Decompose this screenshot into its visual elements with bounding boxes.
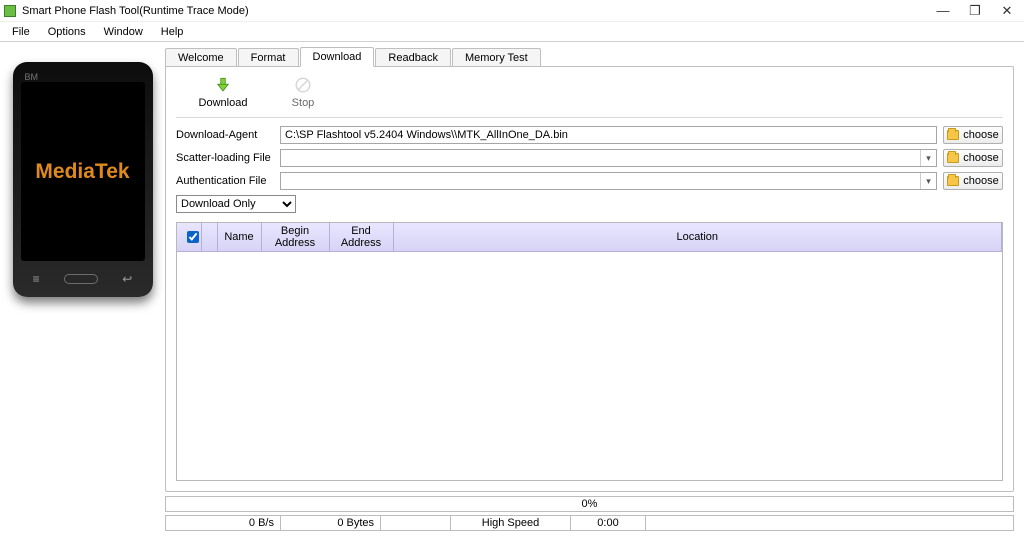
phone-back-icon: ↩ — [122, 272, 132, 286]
phone-screen: MediaTek — [21, 82, 145, 261]
maximize-button[interactable]: ❐ — [968, 4, 982, 18]
download-mode-select[interactable]: Download Only — [176, 195, 296, 213]
menu-help[interactable]: Help — [153, 24, 192, 40]
download-agent-input[interactable] — [280, 126, 937, 144]
menu-file[interactable]: File — [4, 24, 38, 40]
status-spacer1 — [381, 516, 451, 530]
table-header: Name Begin Address End Address Location — [177, 223, 1002, 252]
download-agent-label: Download-Agent — [176, 129, 274, 141]
close-button[interactable]: ✕ — [1000, 4, 1014, 18]
choose-scatter-label: choose — [963, 152, 998, 164]
right-pane: Welcome Format Download Readback Memory … — [165, 42, 1024, 492]
phone-menu-icon: ≡ — [33, 272, 40, 286]
stop-button-label: Stop — [292, 97, 315, 109]
folder-icon — [947, 153, 959, 163]
col-name[interactable]: Name — [217, 223, 261, 252]
tab-welcome[interactable]: Welcome — [165, 48, 237, 67]
tab-panel-download: Download Stop Download-Agent choose — [165, 66, 1014, 492]
tab-memory-test[interactable]: Memory Test — [452, 48, 541, 67]
action-row: Download Stop — [176, 73, 1003, 118]
menu-options[interactable]: Options — [40, 24, 94, 40]
left-pane: BM MediaTek ≡ ↩ — [0, 42, 165, 492]
partition-table: Name Begin Address End Address Location — [177, 223, 1002, 252]
choose-auth-label: choose — [963, 175, 998, 187]
progress-percent: 0% — [582, 497, 598, 511]
select-all-checkbox[interactable] — [187, 231, 199, 243]
auth-label: Authentication File — [176, 175, 274, 187]
status-connection: High Speed — [451, 516, 571, 530]
chevron-down-icon[interactable]: ▾ — [920, 173, 936, 189]
status-spacer2 — [646, 516, 1013, 530]
choose-scatter-button[interactable]: choose — [943, 149, 1003, 167]
col-location[interactable]: Location — [393, 223, 1002, 252]
status-speed: 0 B/s — [166, 516, 281, 530]
progress-bar: 0% — [165, 496, 1014, 512]
window-controls: — ❐ ✕ — [936, 4, 1020, 18]
folder-icon — [947, 130, 959, 140]
title-bar: Smart Phone Flash Tool(Runtime Trace Mod… — [0, 0, 1024, 22]
stop-button[interactable]: Stop — [278, 75, 328, 109]
auth-combo[interactable]: ▾ — [280, 172, 937, 190]
col-spacer — [201, 223, 217, 252]
tab-readback[interactable]: Readback — [375, 48, 451, 67]
auth-input[interactable] — [281, 173, 920, 189]
scatter-input[interactable] — [281, 150, 920, 166]
folder-icon — [947, 176, 959, 186]
status-bytes: 0 Bytes — [281, 516, 381, 530]
download-button[interactable]: Download — [198, 75, 248, 109]
window-title: Smart Phone Flash Tool(Runtime Trace Mod… — [22, 5, 936, 17]
col-checkbox[interactable] — [177, 223, 201, 252]
chevron-down-icon[interactable]: ▾ — [920, 150, 936, 166]
phone-button-row: ≡ ↩ — [21, 271, 145, 287]
tab-download[interactable]: Download — [300, 47, 375, 67]
phone-bm-label: BM — [25, 72, 39, 82]
status-time: 0:00 — [571, 516, 646, 530]
menu-window[interactable]: Window — [96, 24, 151, 40]
choose-da-button[interactable]: choose — [943, 126, 1003, 144]
col-begin-address[interactable]: Begin Address — [261, 223, 329, 252]
col-end-address[interactable]: End Address — [329, 223, 393, 252]
download-button-label: Download — [199, 97, 248, 109]
scatter-label: Scatter-loading File — [176, 152, 274, 164]
row-auth: Authentication File ▾ choose — [176, 172, 1003, 190]
minimize-button[interactable]: — — [936, 4, 950, 18]
phone-preview: BM MediaTek ≡ ↩ — [13, 62, 153, 297]
stop-icon — [293, 75, 313, 95]
tab-format[interactable]: Format — [238, 48, 299, 67]
phone-brand: MediaTek — [35, 160, 129, 184]
table-body — [177, 252, 1002, 480]
download-arrow-icon — [213, 75, 233, 95]
row-mode: Download Only — [176, 195, 1003, 213]
row-download-agent: Download-Agent choose — [176, 126, 1003, 144]
menu-bar: File Options Window Help — [0, 22, 1024, 42]
partition-grid: Name Begin Address End Address Location — [176, 222, 1003, 481]
row-scatter: Scatter-loading File ▾ choose — [176, 149, 1003, 167]
app-icon — [4, 5, 16, 17]
main-area: BM MediaTek ≡ ↩ Welcome Format Download … — [0, 42, 1024, 492]
scatter-combo[interactable]: ▾ — [280, 149, 937, 167]
choose-da-label: choose — [963, 129, 998, 141]
tab-strip: Welcome Format Download Readback Memory … — [165, 46, 1014, 66]
phone-home-button — [64, 274, 98, 284]
choose-auth-button[interactable]: choose — [943, 172, 1003, 190]
status-bar: 0 B/s 0 Bytes High Speed 0:00 — [165, 515, 1014, 531]
